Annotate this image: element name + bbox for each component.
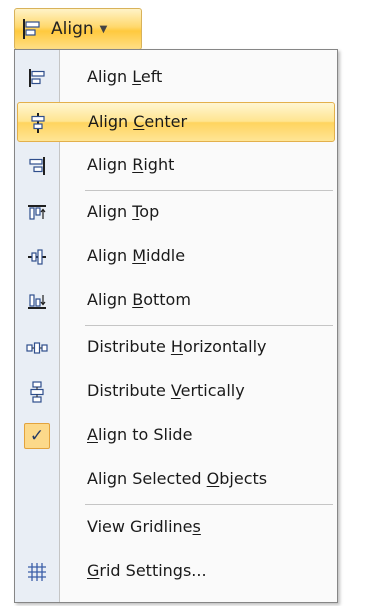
menu-item-label: Align Bottom xyxy=(87,290,191,309)
menu-item-view-gridlines[interactable]: View Gridlines xyxy=(17,508,335,548)
menu-item-label: Distribute Vertically xyxy=(87,381,245,400)
menu-item-align-left[interactable]: Align Left xyxy=(17,58,335,98)
menu-item-label: Align to Slide xyxy=(87,425,193,444)
align-dropdown-menu: Align Left Align Center Align Right Alig… xyxy=(14,49,338,603)
menu-item-label: Align Top xyxy=(87,202,160,221)
menu-item-align-right[interactable]: Align Right xyxy=(17,146,335,186)
menu-item-grid-settings[interactable]: Grid Settings... xyxy=(17,552,335,592)
distribute-vertically-icon xyxy=(17,372,57,412)
menu-item-align-selected-objects[interactable]: Align Selected Objects xyxy=(17,460,335,500)
menu-item-label: Align Right xyxy=(87,155,175,174)
app-stage: Align ▼ Align Left Align Center Align Ri… xyxy=(0,0,372,606)
align-left-icon xyxy=(21,18,43,40)
align-button-label: Align xyxy=(51,19,94,39)
menu-separator xyxy=(85,325,333,326)
chevron-down-icon: ▼ xyxy=(99,23,108,35)
menu-item-label: Grid Settings... xyxy=(87,561,207,580)
menu-item-align-middle[interactable]: Align Middle xyxy=(17,237,335,277)
menu-item-label: Distribute Horizontally xyxy=(87,337,267,356)
align-top-icon xyxy=(17,193,57,233)
align-left-icon xyxy=(17,58,57,98)
align-middle-icon xyxy=(17,237,57,277)
menu-item-label: Align Center xyxy=(88,112,188,131)
menu-item-align-top[interactable]: Align Top xyxy=(17,193,335,233)
menu-item-label: Align Left xyxy=(87,67,163,86)
menu-item-align-to-slide[interactable]: ✓ Align to Slide xyxy=(17,416,335,456)
checkmark-icon: ✓ xyxy=(24,423,50,449)
menu-separator xyxy=(85,504,333,505)
align-center-icon xyxy=(18,103,58,143)
menu-separator xyxy=(85,190,333,191)
grid-icon xyxy=(17,552,57,592)
align-button[interactable]: Align ▼ xyxy=(14,8,142,50)
checkbox-area: ✓ xyxy=(17,416,57,456)
distribute-horizontally-icon xyxy=(17,328,57,368)
menu-item-distribute-horizontally[interactable]: Distribute Horizontally xyxy=(17,328,335,368)
menu-item-align-center[interactable]: Align Center xyxy=(17,102,335,142)
menu-item-distribute-vertically[interactable]: Distribute Vertically xyxy=(17,372,335,412)
menu-item-label: Align Middle xyxy=(87,246,186,265)
menu-item-align-bottom[interactable]: Align Bottom xyxy=(17,281,335,321)
menu-item-label: Align Selected Objects xyxy=(87,469,268,488)
menu-item-label: View Gridlines xyxy=(87,517,201,536)
align-right-icon xyxy=(17,146,57,186)
align-bottom-icon xyxy=(17,281,57,321)
